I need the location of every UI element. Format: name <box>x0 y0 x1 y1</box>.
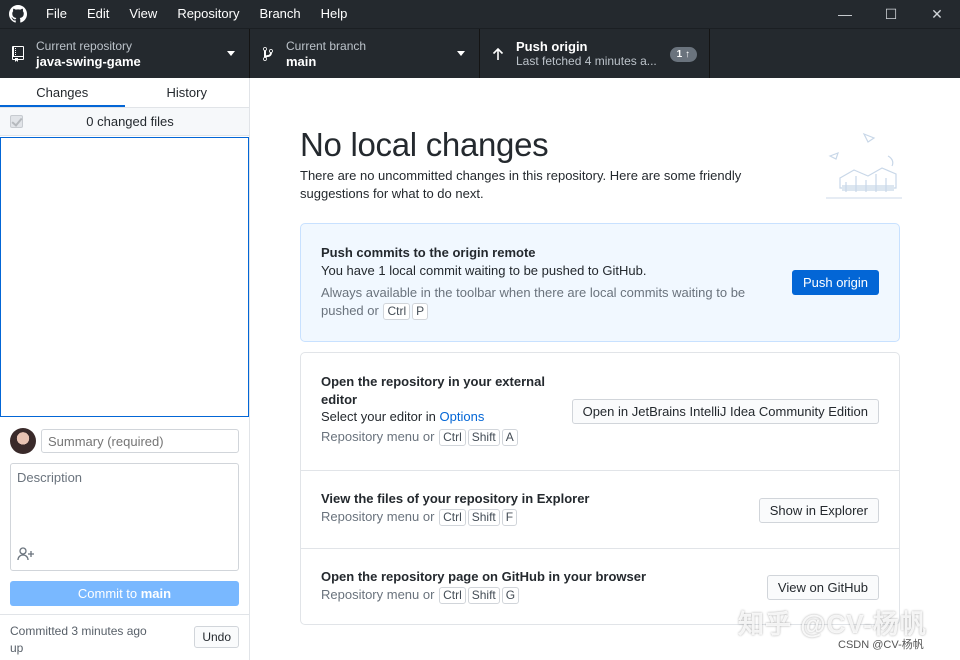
title-bar: File Edit View Repository Branch Help — … <box>0 0 960 28</box>
suggestions-group: Open the repository in your external edi… <box>300 352 900 625</box>
changed-files-list[interactable] <box>0 137 249 417</box>
close-icon[interactable]: ✕ <box>914 0 960 28</box>
branch-icon <box>250 46 286 62</box>
sidebar: Changes History 0 changed files Descript… <box>0 78 250 660</box>
show-explorer-title: View the files of your repository in Exp… <box>321 491 590 506</box>
empty-state-illustration-icon <box>826 126 902 205</box>
menu-edit[interactable]: Edit <box>77 0 119 28</box>
avatar <box>10 428 36 454</box>
menu-view[interactable]: View <box>119 0 167 28</box>
repo-icon <box>0 46 36 62</box>
kbd-ctrl: Ctrl <box>439 429 466 446</box>
undo-button[interactable]: Undo <box>194 626 239 648</box>
branch-label: Current branch <box>286 39 367 53</box>
show-explorer-row: View the files of your repository in Exp… <box>301 470 899 548</box>
kbd-g: G <box>501 587 520 604</box>
last-commit-time: Committed 3 minutes ago <box>10 624 147 638</box>
select-all-checkbox[interactable] <box>10 115 23 128</box>
summary-input[interactable] <box>41 429 239 453</box>
kbd-f: F <box>501 509 518 526</box>
view-on-github-button[interactable]: View on GitHub <box>766 575 879 600</box>
repo-label: Current repository <box>36 39 133 53</box>
open-editor-hint: Repository menu or Ctrl Shift A <box>321 428 561 446</box>
description-field[interactable]: Description <box>10 463 239 571</box>
add-coauthor-icon[interactable] <box>17 547 35 564</box>
github-logo-icon <box>0 0 36 28</box>
last-commit-info: Committed 3 minutes ago up <box>10 623 160 657</box>
chevron-down-icon <box>227 51 235 56</box>
menu-branch[interactable]: Branch <box>249 0 310 28</box>
undo-commit-bar: Committed 3 minutes ago up Undo <box>0 614 249 660</box>
branch-name: main <box>286 54 317 69</box>
kbd-ctrl: Ctrl <box>439 509 466 526</box>
kbd-a: A <box>501 429 518 446</box>
last-fetched-text: Last fetched 4 minutes a... <box>516 54 657 68</box>
main-panel: No local changes There are no uncommitte… <box>250 78 960 660</box>
last-commit-message: up <box>10 641 24 655</box>
commit-button-prefix: Commit to <box>77 586 141 601</box>
commit-button-branch: main <box>140 586 172 601</box>
current-repository-button[interactable]: Current repository java-swing-game <box>0 29 250 79</box>
repo-name: java-swing-game <box>36 54 141 69</box>
changed-files-count: 0 changed files <box>86 114 174 129</box>
push-origin-card-button[interactable]: Push origin <box>791 270 879 295</box>
commit-button[interactable]: Commit to main <box>10 581 239 606</box>
push-origin-button[interactable]: Push origin Last fetched 4 minutes a... … <box>480 29 710 79</box>
options-link[interactable]: Options <box>440 409 485 424</box>
page-title: No local changes <box>300 126 549 163</box>
push-title: Push origin <box>516 39 588 54</box>
maximize-icon[interactable]: ☐ <box>868 0 914 28</box>
view-github-hint: Repository menu or Ctrl Shift G <box>321 586 721 604</box>
changed-files-header: 0 changed files <box>0 108 249 136</box>
open-in-editor-button[interactable]: Open in JetBrains IntelliJ Idea Communit… <box>571 399 879 424</box>
push-card-hint: Always available in the toolbar when the… <box>321 285 746 320</box>
tab-changes[interactable]: Changes <box>0 78 125 107</box>
window-controls: — ☐ ✕ <box>822 0 960 28</box>
chevron-down-icon <box>457 51 465 56</box>
intro-text: There are no uncommitted changes in this… <box>300 168 742 201</box>
open-editor-description: Select your editor in Options <box>321 409 485 424</box>
push-card-title: Push commits to the origin remote <box>321 245 536 260</box>
show-in-explorer-button[interactable]: Show in Explorer <box>758 498 879 523</box>
kbd-shift: Shift <box>467 587 500 604</box>
kbd-shift: Shift <box>467 429 500 446</box>
kbd-shift: Shift <box>467 509 500 526</box>
kbd-p: P <box>412 303 429 320</box>
minimize-icon[interactable]: — <box>822 0 868 28</box>
description-placeholder: Description <box>17 470 83 485</box>
open-editor-title: Open the repository in your external edi… <box>321 374 545 407</box>
kbd-ctrl: Ctrl <box>439 587 466 604</box>
ahead-count-badge: 1 ↑ <box>669 47 697 62</box>
push-card-description: You have 1 local commit waiting to be pu… <box>321 263 647 278</box>
push-commits-card: Push commits to the origin remote You ha… <box>300 223 900 342</box>
menu-file[interactable]: File <box>36 0 77 28</box>
sidebar-tabs: Changes History <box>0 78 249 108</box>
tab-history[interactable]: History <box>125 78 250 107</box>
current-branch-button[interactable]: Current branch main <box>250 29 480 79</box>
menu-bar: File Edit View Repository Branch Help <box>36 0 357 28</box>
menu-help[interactable]: Help <box>311 0 358 28</box>
show-explorer-hint: Repository menu or Ctrl Shift F <box>321 508 721 526</box>
toolbar: Current repository java-swing-game Curre… <box>0 28 960 79</box>
open-editor-row: Open the repository in your external edi… <box>301 353 899 470</box>
kbd-ctrl: Ctrl <box>383 303 411 320</box>
menu-repository[interactable]: Repository <box>167 0 249 28</box>
view-github-title: Open the repository page on GitHub in yo… <box>321 569 647 584</box>
watermark-sub: CSDN @CV-杨帆 <box>838 639 924 651</box>
arrow-up-icon <box>480 47 516 61</box>
